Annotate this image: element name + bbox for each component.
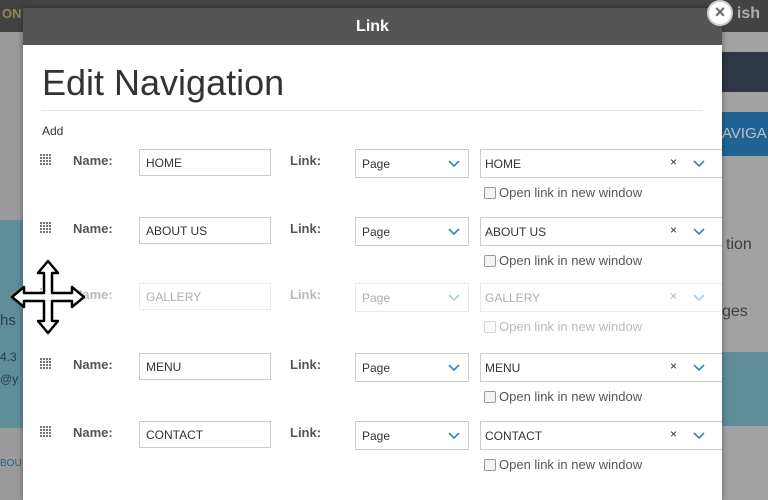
link-target-value: MENU: [485, 361, 521, 375]
link-label: Link:: [290, 357, 322, 372]
chevron-down-icon: [448, 362, 460, 372]
clear-icon[interactable]: ×: [670, 289, 677, 303]
name-label: Name:: [73, 425, 113, 440]
link-type-value: Page: [362, 429, 391, 443]
link-target-select[interactable]: HOME ×: [480, 149, 722, 178]
link-target-select[interactable]: CONTACT ×: [480, 421, 722, 450]
chevron-down-icon: [693, 362, 705, 372]
clear-icon[interactable]: ×: [670, 427, 677, 441]
link-label: Link:: [290, 221, 322, 236]
link-type-select[interactable]: Page: [355, 353, 469, 382]
chevron-down-icon: [448, 430, 460, 440]
nav-item-row: Name: CONTACT Link: Page CONTACT × Open link i…: [23, 421, 722, 485]
title-divider: [42, 110, 702, 111]
link-target-value: ABOUT US: [485, 225, 547, 239]
link-target-select[interactable]: MENU ×: [480, 353, 722, 382]
chevron-down-icon: [693, 292, 705, 302]
modal-title: Link: [356, 18, 389, 35]
modal-header: Link: [23, 8, 722, 45]
page-title: Edit Navigation: [42, 62, 285, 103]
clear-icon[interactable]: ×: [670, 155, 677, 169]
drag-handle-icon[interactable]: [40, 358, 52, 370]
open-new-window-checkbox[interactable]: [484, 391, 496, 403]
drag-handle-icon[interactable]: [40, 222, 52, 234]
name-input[interactable]: HOME: [139, 149, 271, 176]
nav-item-row: Name: MENU Link: Page MENU × Open link in new …: [23, 353, 722, 417]
link-type-select[interactable]: Page: [355, 421, 469, 450]
name-label: Name:: [73, 221, 113, 236]
link-type-select[interactable]: Page: [355, 283, 469, 312]
chevron-down-icon: [693, 226, 705, 236]
link-label: Link:: [290, 425, 322, 440]
link-type-value: Page: [362, 361, 391, 375]
link-modal: Link Edit Navigation Add Name: HOME Link: P…: [23, 8, 722, 500]
name-input[interactable]: ABOUT US: [139, 217, 271, 244]
name-input[interactable]: CONTACT: [139, 421, 271, 448]
close-button[interactable]: ×: [707, 0, 733, 26]
nav-item-row: Name: ABOUT US Link: Page ABOUT US × Open link…: [23, 217, 722, 281]
link-type-value: Page: [362, 225, 391, 239]
move-cursor-icon: [10, 259, 86, 335]
chevron-down-icon: [448, 226, 460, 236]
link-target-select[interactable]: ABOUT US ×: [480, 217, 722, 246]
name-input[interactable]: GALLERY: [139, 283, 271, 310]
open-new-window-label: Open link in new window: [499, 253, 643, 268]
link-target-value: CONTACT: [485, 429, 543, 443]
chevron-down-icon: [448, 292, 460, 302]
name-input[interactable]: MENU: [139, 353, 271, 380]
drag-handle-icon[interactable]: [40, 154, 52, 166]
nav-item-row: Name: HOME Link: Page HOME × Open link in new …: [23, 149, 722, 213]
link-type-select[interactable]: Page: [355, 149, 469, 178]
open-new-window-label: Open link in new window: [499, 457, 643, 472]
chevron-down-icon: [693, 430, 705, 440]
open-new-window-checkbox[interactable]: [484, 459, 496, 471]
name-label: Name:: [73, 153, 113, 168]
link-type-value: Page: [362, 157, 391, 171]
link-label: Link:: [290, 153, 322, 168]
link-type-select[interactable]: Page: [355, 217, 469, 246]
open-new-window-checkbox[interactable]: [484, 187, 496, 199]
link-target-value: HOME: [485, 157, 521, 171]
open-new-window-checkbox[interactable]: [484, 255, 496, 267]
clear-icon[interactable]: ×: [670, 359, 677, 373]
open-new-window-label: Open link in new window: [499, 185, 643, 200]
link-target-select[interactable]: GALLERY ×: [480, 283, 722, 312]
open-new-window-label: Open link in new window: [499, 319, 643, 334]
link-label: Link:: [290, 287, 322, 302]
open-new-window-checkbox[interactable]: [484, 321, 496, 333]
link-type-value: Page: [362, 291, 391, 305]
chevron-down-icon: [693, 158, 705, 168]
link-target-value: GALLERY: [485, 291, 541, 305]
clear-icon[interactable]: ×: [670, 223, 677, 237]
close-icon: ×: [714, 2, 726, 22]
chevron-down-icon: [448, 158, 460, 168]
open-new-window-label: Open link in new window: [499, 389, 643, 404]
add-link[interactable]: Add: [42, 124, 63, 138]
name-label: Name:: [73, 357, 113, 372]
nav-item-row: Name: GALLERY Link: Page GALLERY × Open link i…: [23, 283, 722, 347]
drag-handle-icon[interactable]: [40, 426, 52, 438]
